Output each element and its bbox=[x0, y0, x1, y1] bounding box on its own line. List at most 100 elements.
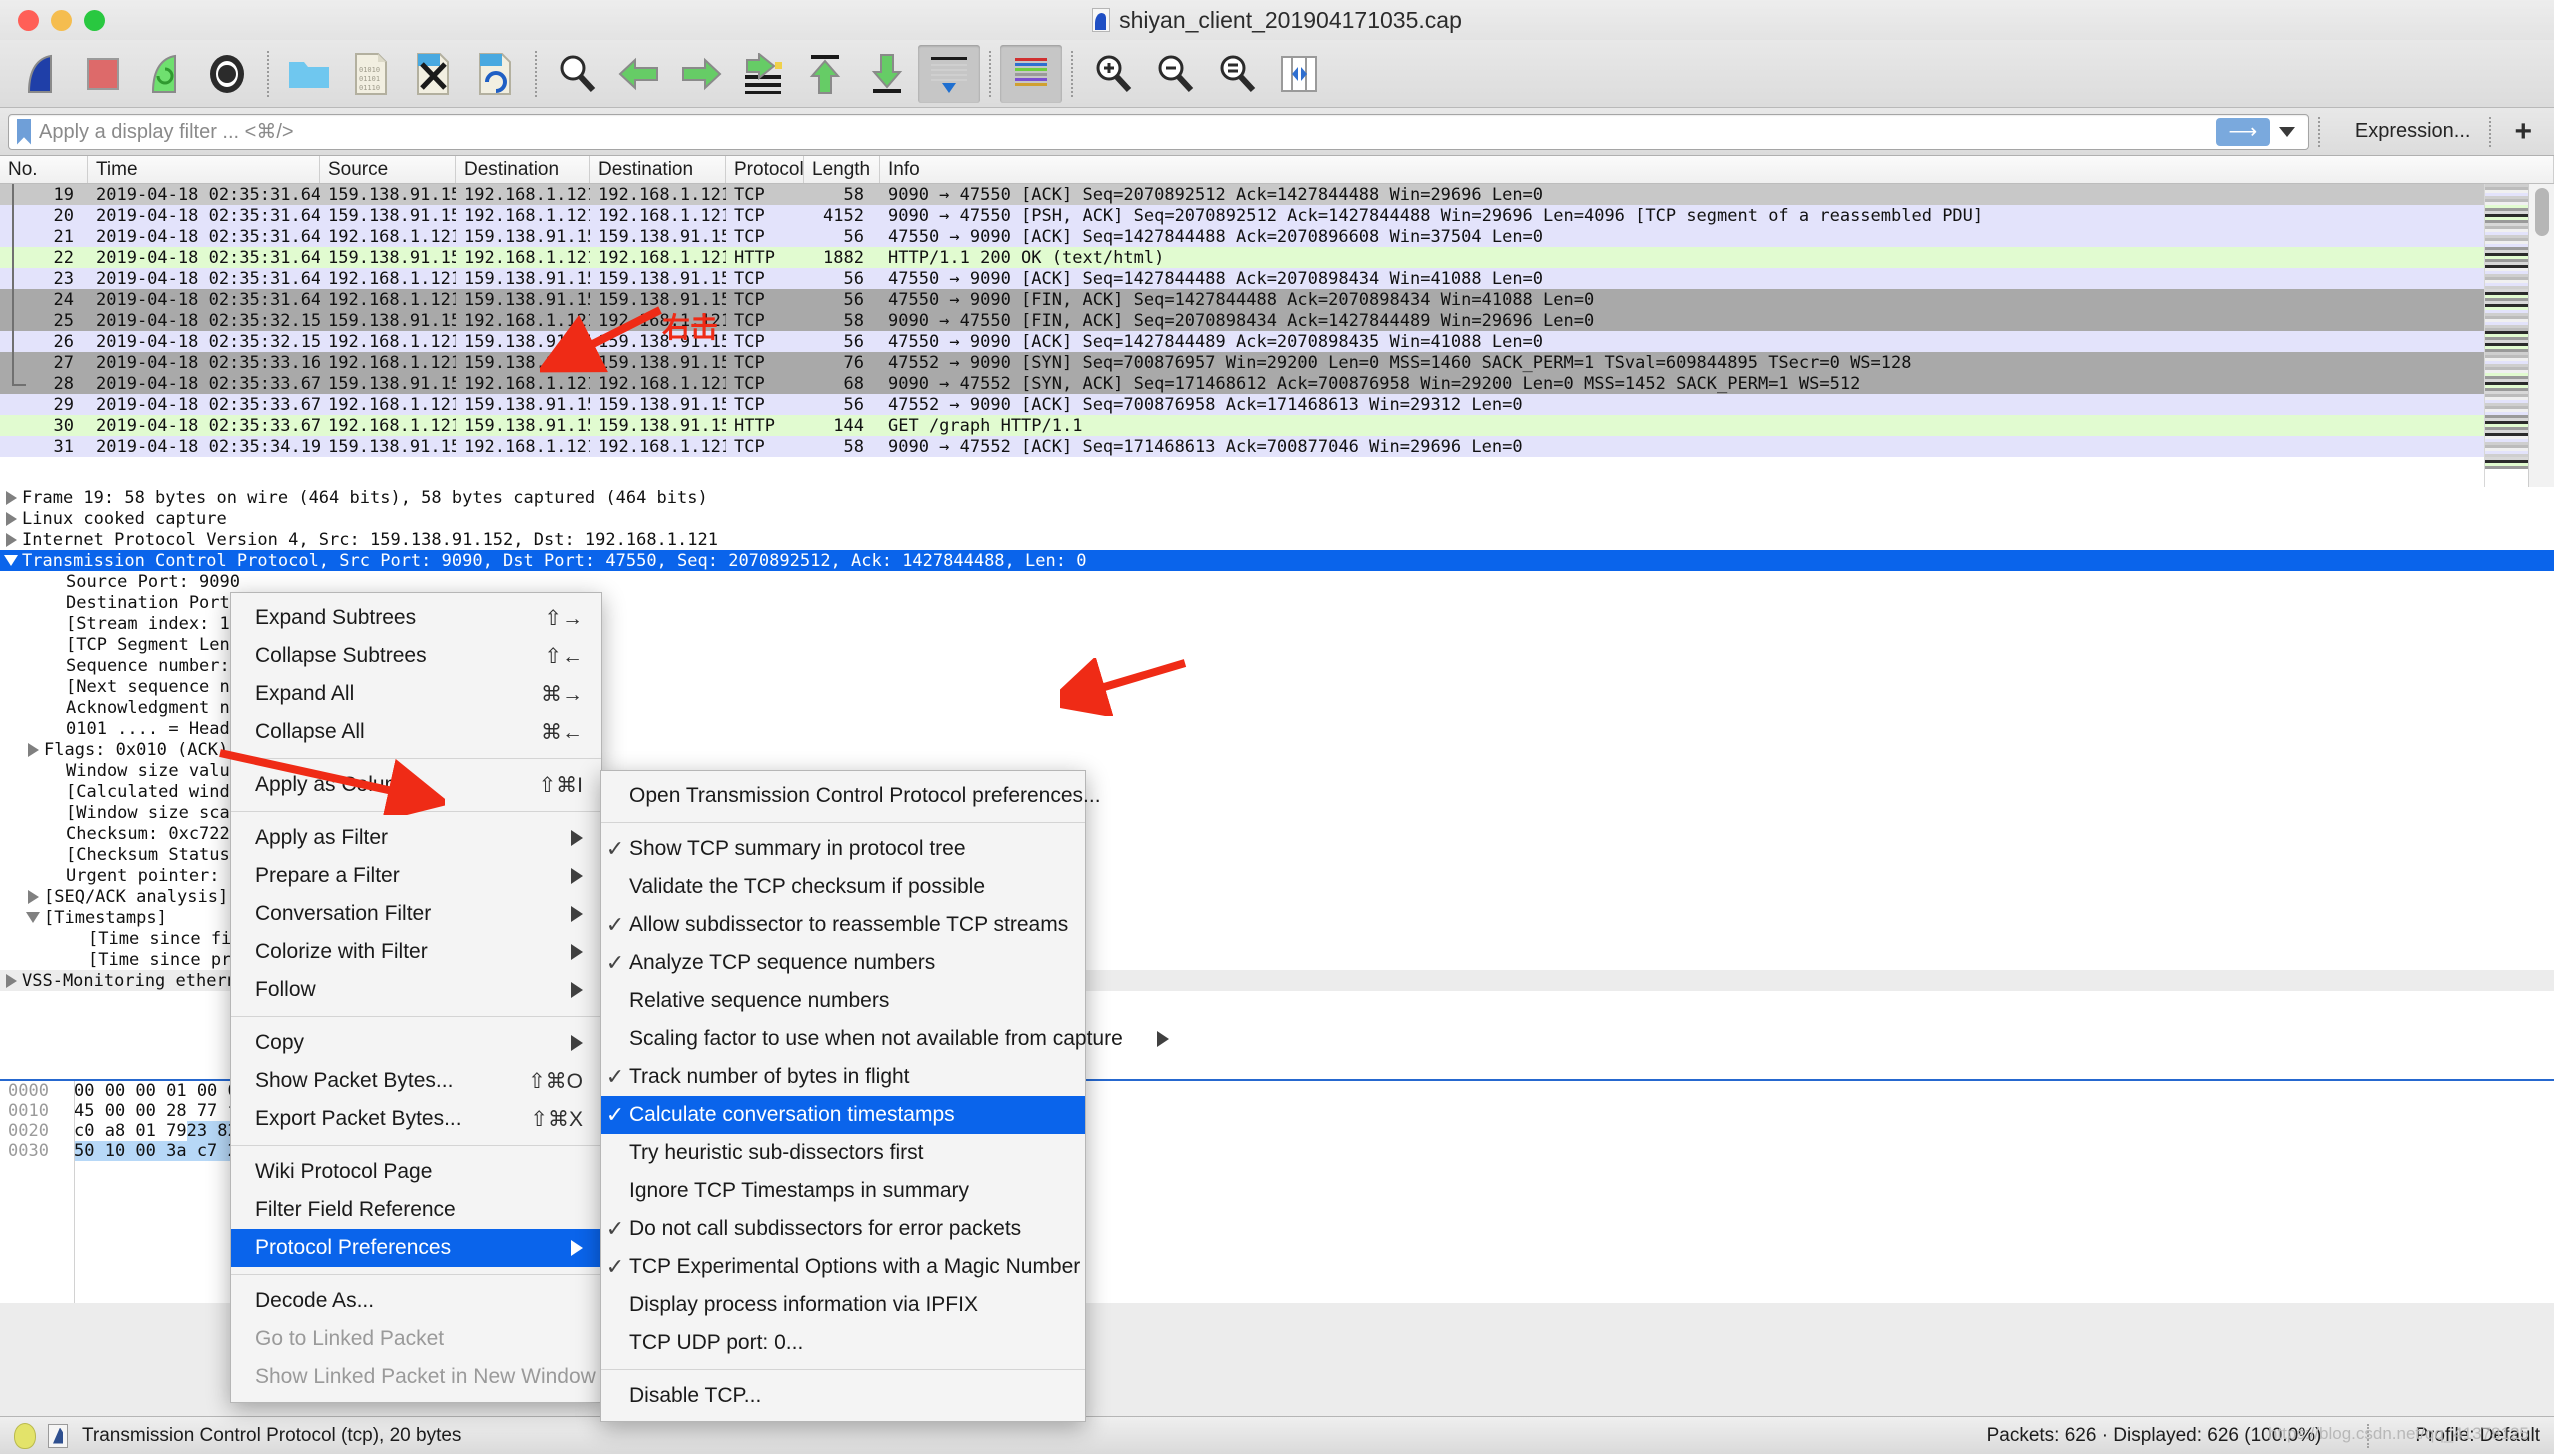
column-header-destination-1[interactable]: Destination bbox=[456, 156, 590, 183]
zoom-reset-icon[interactable] bbox=[1206, 45, 1268, 103]
menu-item[interactable]: ✓ Show TCP summary in protocol tree bbox=[601, 830, 1085, 868]
display-filter-input[interactable]: Apply a display filter ... <⌘/> ⟶ bbox=[8, 113, 2309, 150]
colorize-icon[interactable] bbox=[1000, 44, 1062, 103]
menu-item[interactable]: Open Transmission Control Protocol prefe… bbox=[601, 777, 1101, 815]
packet-list-row[interactable]: 232019-04-18 02:35:31.644407192.168.1.12… bbox=[0, 268, 2554, 289]
packet-detail-context-menu[interactable]: Expand Subtrees ⇧→ Collapse Subtrees ⇧← Expa… bbox=[230, 592, 602, 1403]
menu-item[interactable]: Protocol Preferences bbox=[231, 1229, 601, 1267]
go-back-icon[interactable] bbox=[608, 45, 670, 103]
minimize-window-button[interactable] bbox=[51, 9, 72, 31]
menu-item[interactable]: ✓ Allow subdissector to reassemble TCP st… bbox=[601, 906, 1085, 944]
zoom-in-icon[interactable] bbox=[1082, 45, 1144, 103]
restart-capture-icon[interactable] bbox=[134, 45, 196, 103]
menu-item[interactable]: Apply as Filter bbox=[231, 819, 601, 857]
menu-item[interactable]: Expand All ⌘→ bbox=[231, 675, 601, 713]
go-to-first-icon[interactable] bbox=[794, 45, 856, 103]
packet-list-row[interactable]: 31 2019-04-18 02:35:34.194643 159.138.91.1… bbox=[0, 436, 2554, 457]
packet-list[interactable]: No. Time Source Destination Destination … bbox=[0, 156, 2554, 487]
packet-list-row[interactable]: 29 2019-04-18 02:35:33.678265 192.168.1.12… bbox=[0, 394, 2554, 415]
menu-item[interactable]: Try heuristic sub-dissectors first bbox=[601, 1134, 1085, 1172]
chevron-right-icon[interactable] bbox=[0, 511, 22, 526]
go-to-packet-icon[interactable] bbox=[732, 45, 794, 103]
column-header-no[interactable]: No. bbox=[0, 156, 88, 183]
menu-item[interactable]: ✓ Do not call subdissectors for error pac… bbox=[601, 1210, 1085, 1248]
column-header-length[interactable]: Length bbox=[804, 156, 880, 183]
resize-columns-icon[interactable] bbox=[1268, 45, 1330, 103]
packet-list-row[interactable]: 192019-04-18 02:35:31.643302159.138.91.1… bbox=[0, 184, 2554, 205]
menu-item[interactable]: Wiki Protocol Page bbox=[231, 1153, 601, 1191]
packet-list-scrollbar[interactable] bbox=[2528, 184, 2554, 487]
column-header-protocol[interactable]: Protocol bbox=[726, 156, 804, 183]
menu-item[interactable]: Disable TCP... bbox=[601, 1377, 1085, 1415]
column-header-source[interactable]: Source bbox=[320, 156, 456, 183]
filter-expression-button[interactable]: Expression... bbox=[2345, 120, 2481, 143]
menu-item[interactable]: Scaling factor to use when not available… bbox=[601, 1020, 1169, 1058]
menu-item[interactable]: Filter Field Reference bbox=[231, 1191, 601, 1229]
menu-item[interactable]: Apply as Column ⇧⌘I bbox=[231, 766, 601, 804]
chevron-right-icon[interactable] bbox=[0, 973, 22, 988]
open-file-icon[interactable] bbox=[278, 45, 340, 103]
packet-list-row[interactable]: 30 2019-04-18 02:35:33.678357 192.168.1.12… bbox=[0, 415, 2554, 436]
menu-item[interactable]: ✓ Calculate conversation timestamps bbox=[601, 1096, 1085, 1134]
capture-file-properties-icon[interactable] bbox=[48, 1423, 68, 1448]
menu-item[interactable]: Copy bbox=[231, 1024, 601, 1062]
start-capture-icon[interactable] bbox=[10, 45, 72, 103]
menu-item[interactable]: Follow bbox=[231, 971, 601, 1009]
detail-tree-row[interactable]: Linux cooked capture bbox=[0, 508, 2554, 529]
menu-item[interactable]: ✓ TCP Experimental Options with a Magic N… bbox=[601, 1248, 1085, 1286]
save-file-icon[interactable]: 01010 01101 01110 bbox=[340, 45, 402, 103]
packet-list-row[interactable]: 202019-04-18 02:35:31.644385159.138.91.1… bbox=[0, 205, 2554, 226]
auto-scroll-icon[interactable] bbox=[918, 44, 980, 103]
menu-item[interactable]: Conversation Filter bbox=[231, 895, 601, 933]
menu-item[interactable]: Display process information via IPFIX bbox=[601, 1286, 1085, 1324]
detail-tree-row[interactable]: Frame 19: 58 bytes on wire (464 bits), 5… bbox=[0, 487, 2554, 508]
capture-options-icon[interactable] bbox=[196, 45, 258, 103]
column-header-info[interactable]: Info bbox=[880, 156, 2554, 183]
menu-item[interactable]: Decode As... bbox=[231, 1282, 601, 1320]
zoom-out-icon[interactable] bbox=[1144, 45, 1206, 103]
menu-item[interactable]: TCP UDP port: 0... bbox=[601, 1324, 1085, 1362]
menu-item[interactable]: Export Packet Bytes... ⇧⌘X bbox=[231, 1100, 601, 1138]
column-header-time[interactable]: Time bbox=[88, 156, 320, 183]
menu-item[interactable]: Colorize with Filter bbox=[231, 933, 601, 971]
detail-tree-row[interactable]: Transmission Control Protocol, Src Port:… bbox=[0, 550, 2554, 571]
chevron-down-icon[interactable] bbox=[0, 555, 22, 566]
menu-item[interactable]: Relative sequence numbers bbox=[601, 982, 1085, 1020]
menu-item[interactable]: ✓ Track number of bytes in flight bbox=[601, 1058, 1085, 1096]
add-filter-button[interactable]: + bbox=[2500, 115, 2546, 149]
go-to-last-icon[interactable] bbox=[856, 45, 918, 103]
close-file-icon[interactable] bbox=[402, 45, 464, 103]
menu-item[interactable]: Collapse Subtrees ⇧← bbox=[231, 637, 601, 675]
column-header-destination-2[interactable]: Destination bbox=[590, 156, 726, 183]
chevron-right-icon[interactable] bbox=[0, 532, 22, 547]
menu-item[interactable]: Ignore TCP Timestamps in summary bbox=[601, 1172, 1085, 1210]
menu-item[interactable]: ✓ Analyze TCP sequence numbers bbox=[601, 944, 1085, 982]
packet-list-rows[interactable]: 192019-04-18 02:35:31.643302159.138.91.1… bbox=[0, 184, 2554, 457]
packet-list-row[interactable]: 222019-04-18 02:35:31.644403159.138.91.1… bbox=[0, 247, 2554, 268]
apply-filter-button[interactable]: ⟶ bbox=[2215, 117, 2270, 146]
protocol-preferences-submenu[interactable]: Open Transmission Control Protocol prefe… bbox=[600, 770, 1169, 1422]
detail-tree-row[interactable]: Internet Protocol Version 4, Src: 159.13… bbox=[0, 529, 2554, 550]
packet-list-row[interactable]: 282019-04-18 02:35:33.678233159.138.91.1… bbox=[0, 373, 2554, 394]
scrollbar-thumb[interactable] bbox=[2535, 188, 2549, 236]
close-window-button[interactable] bbox=[18, 9, 39, 31]
packet-list-row[interactable]: 242019-04-18 02:35:31.644705192.168.1.12… bbox=[0, 289, 2554, 310]
zoom-window-button[interactable] bbox=[84, 9, 105, 31]
menu-item[interactable]: Collapse All ⌘← bbox=[231, 713, 601, 751]
chevron-right-icon[interactable] bbox=[22, 889, 44, 904]
packet-list-row[interactable]: 212019-04-18 02:35:31.644397192.168.1.12… bbox=[0, 226, 2554, 247]
menu-item[interactable]: Show Packet Bytes... ⇧⌘O bbox=[231, 1062, 601, 1100]
chevron-right-icon[interactable] bbox=[22, 742, 44, 757]
go-forward-icon[interactable] bbox=[670, 45, 732, 103]
chevron-down-icon[interactable] bbox=[22, 912, 44, 923]
expert-info-icon[interactable] bbox=[14, 1422, 36, 1449]
filter-history-dropdown[interactable] bbox=[2270, 118, 2304, 146]
menu-item[interactable]: Expand Subtrees ⇧→ bbox=[231, 599, 601, 637]
stop-capture-icon[interactable] bbox=[72, 45, 134, 103]
find-packet-icon[interactable] bbox=[546, 45, 608, 103]
packet-list-row[interactable]: 262019-04-18 02:35:32.157118192.168.1.12… bbox=[0, 331, 2554, 352]
filter-bookmark-icon[interactable] bbox=[17, 118, 31, 145]
chevron-right-icon[interactable] bbox=[0, 490, 22, 505]
packet-list-row[interactable]: 272019-04-18 02:35:33.160490192.168.1.12… bbox=[0, 352, 2554, 373]
packet-list-row[interactable]: 252019-04-18 02:35:32.157092159.138.91.1… bbox=[0, 310, 2554, 331]
